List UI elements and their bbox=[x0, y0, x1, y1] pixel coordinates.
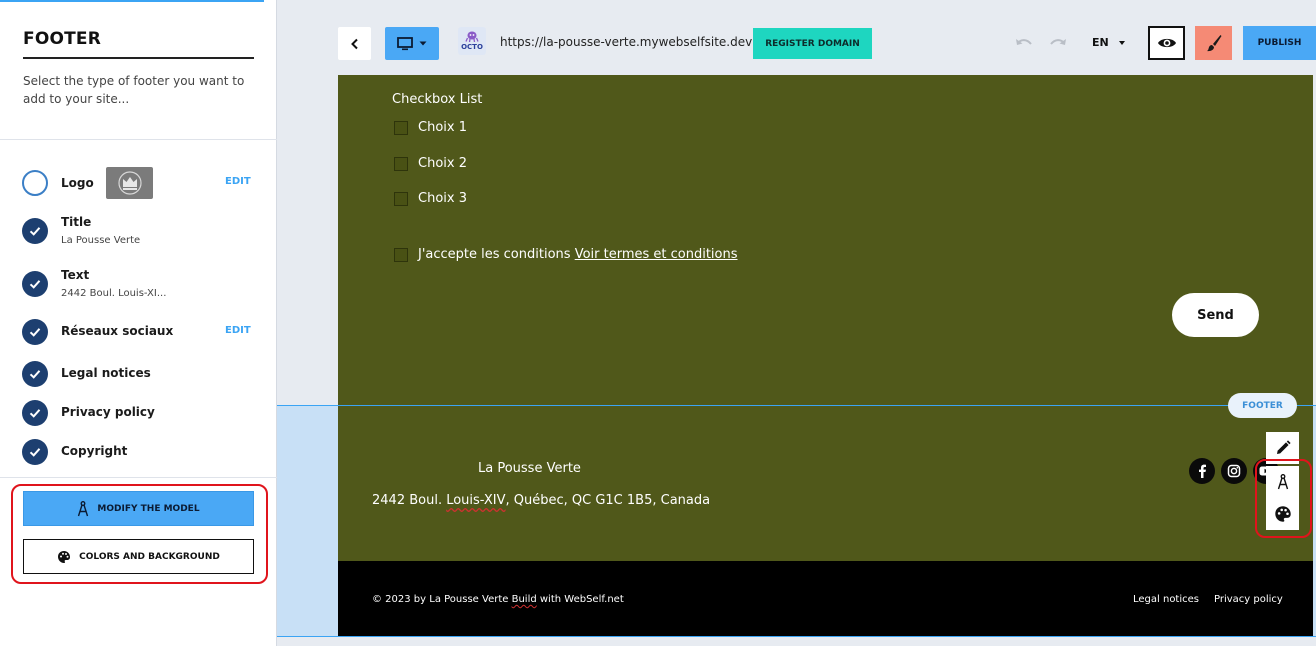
checkmark-icon[interactable] bbox=[22, 218, 48, 244]
option-label: Privacy policy bbox=[61, 405, 155, 419]
option-subtext: La Pousse Verte bbox=[61, 235, 141, 246]
instagram-icon[interactable] bbox=[1221, 458, 1247, 484]
checkbox-label: Choix 3 bbox=[418, 191, 467, 206]
address-part: 2442 Boul. bbox=[372, 493, 447, 508]
footer-settings-panel: FOOTER Select the type of footer you wan… bbox=[0, 0, 277, 646]
facebook-icon[interactable] bbox=[1189, 458, 1215, 484]
terms-label: J'accepte les conditions Voir termes et … bbox=[418, 247, 738, 262]
footer-selection-top-line bbox=[277, 405, 1316, 406]
checkbox[interactable] bbox=[394, 157, 408, 171]
copyright-flagged-word: Build bbox=[511, 594, 537, 605]
checkbox[interactable] bbox=[394, 192, 408, 206]
checkmark-icon[interactable] bbox=[22, 271, 48, 297]
panel-title-underline bbox=[23, 57, 254, 59]
undo-button[interactable] bbox=[1013, 33, 1035, 53]
redo-button[interactable] bbox=[1047, 33, 1069, 53]
checkbox-label: Choix 2 bbox=[418, 156, 467, 171]
checkbox[interactable] bbox=[394, 248, 408, 262]
register-domain-button[interactable]: REGISTER DOMAIN bbox=[753, 28, 872, 59]
footer-title: La Pousse Verte bbox=[478, 461, 581, 476]
option-label: Legal notices bbox=[61, 366, 151, 380]
device-selector[interactable] bbox=[385, 27, 439, 60]
chevron-down-icon bbox=[419, 41, 427, 45]
logo-edit-link[interactable]: EDIT bbox=[225, 176, 251, 187]
terms-link[interactable]: Voir termes et conditions bbox=[575, 247, 738, 262]
copyright-part: © 2023 by La Pousse Verte bbox=[372, 594, 512, 605]
checkmark-icon[interactable] bbox=[22, 319, 48, 345]
copyright-bar: © 2023 by La Pousse Verte Build with Web… bbox=[338, 561, 1313, 636]
option-social-networks[interactable]: Réseaux sociaux EDIT bbox=[22, 319, 262, 349]
octo-text: OCTO bbox=[461, 43, 483, 51]
chevron-left-icon bbox=[350, 38, 358, 49]
checkbox-label: Choix 1 bbox=[418, 120, 467, 135]
checkbox-list-title: Checkbox List bbox=[392, 92, 483, 107]
modify-model-label: MODIFY THE MODEL bbox=[97, 503, 200, 514]
preview-button[interactable] bbox=[1148, 26, 1185, 60]
option-text[interactable]: Text 2442 Boul. Louis-XI... bbox=[22, 268, 262, 301]
paint-brush-icon bbox=[1206, 35, 1221, 52]
highlight-box bbox=[1255, 459, 1312, 538]
address-flagged-word: Louis-XIV bbox=[446, 493, 506, 508]
copyright-part: with WebSelf.net bbox=[536, 594, 624, 605]
option-label: Réseaux sociaux bbox=[61, 324, 174, 338]
panel-description: Select the type of footer you want to ad… bbox=[23, 74, 245, 106]
eye-icon bbox=[1157, 38, 1176, 48]
social-edit-link[interactable]: EDIT bbox=[225, 325, 251, 336]
colors-background-button[interactable]: COLORS AND BACKGROUND bbox=[23, 539, 254, 574]
option-title[interactable]: Title La Pousse Verte bbox=[22, 215, 262, 248]
page-canvas: Checkbox List Choix 1 Choix 2 Choix 3 J'… bbox=[338, 75, 1313, 636]
compass-icon bbox=[78, 500, 89, 516]
footer-section-badge[interactable]: FOOTER bbox=[1228, 393, 1297, 418]
octopus-icon bbox=[465, 31, 479, 42]
option-copyright[interactable]: Copyright bbox=[22, 439, 262, 469]
option-label: Logo bbox=[61, 176, 94, 190]
terms-prefix: J'accepte les conditions bbox=[418, 247, 575, 262]
checkmark-icon[interactable] bbox=[22, 361, 48, 387]
colors-background-label: COLORS AND BACKGROUND bbox=[79, 551, 220, 562]
panel-accent-line bbox=[0, 0, 264, 2]
legal-notices-link[interactable]: Legal notices bbox=[1133, 594, 1199, 605]
footer-address: 2442 Boul. Louis-XIV, Québec, QC G1C 1B5… bbox=[372, 493, 710, 508]
privacy-policy-link[interactable]: Privacy policy bbox=[1214, 594, 1283, 605]
copyright-text: © 2023 by La Pousse Verte Build with Web… bbox=[372, 594, 624, 605]
contact-form-section: Checkbox List Choix 1 Choix 2 Choix 3 J'… bbox=[338, 75, 1313, 406]
toggle-unchecked-icon[interactable] bbox=[22, 170, 48, 196]
site-url[interactable]: https://la-pousse-verte.mywebselfsite.de… bbox=[500, 35, 752, 49]
option-logo[interactable]: Logo EDIT bbox=[22, 167, 262, 200]
site-logo-octo[interactable]: OCTO bbox=[458, 27, 486, 55]
divider bbox=[0, 139, 277, 140]
address-part: , Québec, QC G1C 1B5, Canada bbox=[505, 493, 711, 508]
desktop-monitor-icon bbox=[397, 36, 413, 50]
back-button[interactable] bbox=[338, 27, 371, 60]
option-privacy-policy[interactable]: Privacy policy bbox=[22, 400, 262, 430]
modify-model-button[interactable]: MODIFY THE MODEL bbox=[23, 491, 254, 526]
option-label: Title bbox=[61, 215, 92, 229]
option-legal-notices[interactable]: Legal notices bbox=[22, 361, 262, 391]
logo-thumbnail[interactable] bbox=[106, 167, 153, 199]
undo-icon bbox=[1016, 39, 1032, 45]
panel-title: FOOTER bbox=[23, 29, 102, 49]
divider bbox=[0, 477, 277, 478]
option-label: Text bbox=[61, 268, 90, 282]
checkmark-icon[interactable] bbox=[22, 400, 48, 426]
checkmark-icon[interactable] bbox=[22, 439, 48, 465]
footer-section[interactable]: La Pousse Verte 2442 Boul. Louis-XIV, Qu… bbox=[338, 406, 1313, 561]
publish-button[interactable]: PUBLISH bbox=[1243, 26, 1316, 60]
option-label: Copyright bbox=[61, 444, 128, 458]
footer-selection-bottom-line bbox=[277, 636, 1316, 637]
caret-down-icon[interactable] bbox=[1119, 41, 1125, 45]
design-style-button[interactable] bbox=[1195, 26, 1232, 60]
pencil-icon bbox=[1276, 440, 1291, 454]
checkbox[interactable] bbox=[394, 121, 408, 135]
language-selector[interactable]: EN bbox=[1092, 36, 1109, 49]
option-subtext: 2442 Boul. Louis-XI... bbox=[61, 288, 167, 299]
palette-icon bbox=[58, 550, 71, 563]
redo-icon bbox=[1050, 39, 1066, 45]
crown-logo-icon bbox=[117, 171, 142, 195]
send-button[interactable]: Send bbox=[1172, 293, 1259, 337]
